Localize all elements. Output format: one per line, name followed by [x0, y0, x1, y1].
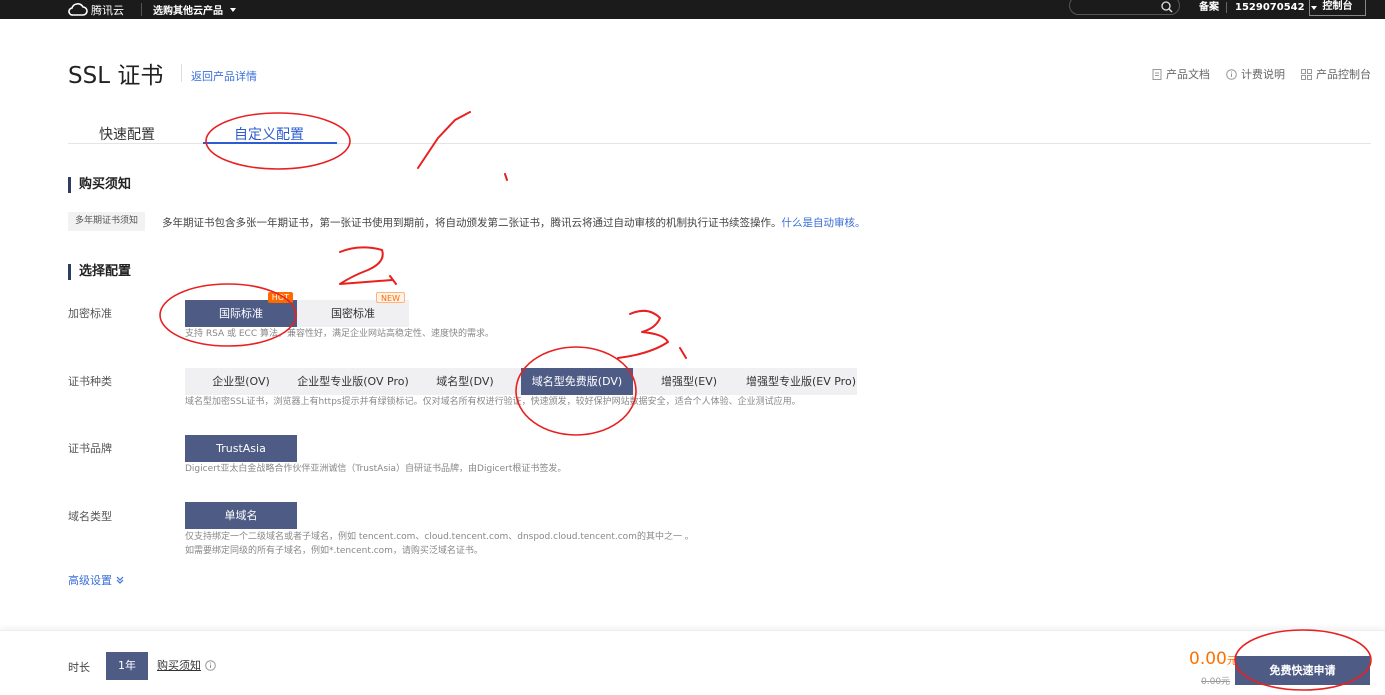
product-console-link[interactable]: 产品控制台	[1301, 66, 1371, 82]
option-ov-pro[interactable]: 企业型专业版(OV Pro)	[297, 368, 409, 395]
hot-badge: HOT	[267, 292, 293, 303]
option-trustasia[interactable]: TrustAsia	[185, 435, 297, 462]
beian-link[interactable]: 备案	[1199, 0, 1219, 15]
cert-brand-label: 证书品牌	[68, 442, 112, 455]
option-dv-free[interactable]: 域名型免费版(DV)	[521, 368, 633, 395]
divider	[141, 3, 142, 16]
original-price: 0.00元	[1201, 677, 1231, 687]
console-button[interactable]: 控制台	[1309, 0, 1366, 16]
tab-custom-config[interactable]: 自定义配置	[234, 124, 304, 144]
product-docs-label: 产品文档	[1166, 68, 1210, 81]
product-console-label: 产品控制台	[1316, 68, 1371, 81]
annotation-overlay: 1 2 3	[159, 111, 1372, 691]
option-dv[interactable]: 域名型(DV)	[409, 368, 521, 395]
cert-brand-hint: Digicert亚太白金战略合作伙伴亚洲诚信（TrustAsia）自研证书品牌，…	[185, 464, 567, 474]
purchase-notice-label: 购买须知	[157, 659, 201, 672]
option-ev[interactable]: 增强型(EV)	[633, 368, 745, 395]
info-icon	[205, 659, 216, 671]
order-summary-bar: 时长 1年 购买须知 0.00元 0.00元 免费快速申请	[0, 630, 1385, 695]
cert-type-label: 证书种类	[68, 375, 112, 388]
search-icon	[1161, 1, 1173, 13]
domain-hint-2: 如需要绑定同级的所有子域名，例如*.tencent.com，请购买泛域名证书。	[185, 546, 483, 556]
chevron-down-icon	[230, 7, 236, 12]
divider	[181, 64, 182, 82]
option-national-standard[interactable]: 国密标准 NEW	[297, 292, 409, 327]
back-to-product-link[interactable]: 返回产品详情	[191, 68, 257, 84]
advanced-settings-label: 高级设置	[68, 574, 112, 587]
purchase-notice-link[interactable]: 购买须知	[157, 657, 216, 673]
option-ev-pro[interactable]: 增强型专业版(EV Pro)	[745, 368, 857, 395]
option-single-domain[interactable]: 单域名	[185, 502, 297, 529]
new-badge: NEW	[376, 292, 405, 303]
billing-info-label: 计费说明	[1241, 68, 1285, 81]
encryption-hint: 支持 RSA 或 ECC 算法，兼容性好，满足企业网站高稳定性、速度快的需求。	[185, 329, 494, 339]
grid-icon	[1301, 68, 1312, 80]
info-icon	[1226, 68, 1237, 80]
domain-type-label: 域名类型	[68, 510, 112, 523]
option-ov[interactable]: 企业型(OV)	[185, 368, 297, 395]
multi-year-notice-tag: 多年期证书须知	[68, 212, 145, 231]
auto-review-link[interactable]: 什么是自动审核。	[782, 217, 866, 229]
double-chevron-down-icon	[116, 576, 123, 584]
logo-text: 腾讯云	[91, 3, 124, 17]
purchase-notice-text: 多年期证书包含多张一年期证书，第一张证书使用到期前，将自动颁发第二张证书，腾讯云…	[162, 215, 866, 230]
product-menu-dropdown[interactable]: 选购其他云产品	[153, 0, 236, 19]
search-input[interactable]	[1069, 0, 1180, 15]
option-international-standard[interactable]: 国际标准 HOT	[185, 292, 297, 327]
domain-hint-1: 仅支持绑定一个二级域名或者子域名，例如 tencent.com、cloud.te…	[185, 532, 694, 542]
product-menu-label: 选购其他云产品	[153, 6, 223, 17]
header-links: 产品文档 计费说明 产品控制台	[1152, 66, 1371, 82]
annotation-number-1	[417, 111, 508, 181]
account-id: 1529070542	[1235, 2, 1305, 13]
account-menu[interactable]: 1529070542	[1235, 0, 1317, 15]
config-heading: 选择配置	[68, 264, 131, 280]
duration-label: 时长	[68, 661, 90, 674]
page-title: SSL 证书	[68, 63, 164, 89]
free-apply-button[interactable]: 免费快速申请	[1235, 656, 1370, 685]
divider	[1226, 2, 1227, 13]
purchase-notice-heading: 购买须知	[68, 177, 131, 193]
option-label: 国密标准	[331, 307, 375, 320]
annotation-number-2	[339, 246, 397, 285]
product-docs-link[interactable]: 产品文档	[1152, 66, 1210, 82]
advanced-settings-toggle[interactable]: 高级设置	[68, 572, 124, 588]
cert-type-hint: 域名型加密SSL证书，浏览器上有https提示并有绿锁标记。仅对域名所有权进行验…	[185, 397, 801, 407]
billing-info-link[interactable]: 计费说明	[1226, 66, 1285, 82]
tab-quick-config[interactable]: 快速配置	[99, 124, 155, 144]
top-nav-bar: 腾讯云 选购其他云产品 备案 1529070542 控制台	[0, 0, 1385, 19]
price-value: 0.00	[1189, 649, 1227, 669]
tencent-cloud-logo[interactable]: 腾讯云	[68, 1, 124, 18]
total-price: 0.00元	[1189, 649, 1237, 669]
cloud-logo-icon	[68, 3, 88, 16]
option-label: 国际标准	[219, 307, 263, 320]
active-tab-indicator	[203, 142, 337, 144]
notice-body: 多年期证书包含多张一年期证书，第一张证书使用到期前，将自动颁发第二张证书，腾讯云…	[162, 217, 782, 229]
encryption-label: 加密标准	[68, 307, 112, 320]
document-icon	[1152, 68, 1162, 80]
duration-option-1-year[interactable]: 1年	[106, 652, 148, 680]
annotation-number-3	[617, 309, 687, 359]
